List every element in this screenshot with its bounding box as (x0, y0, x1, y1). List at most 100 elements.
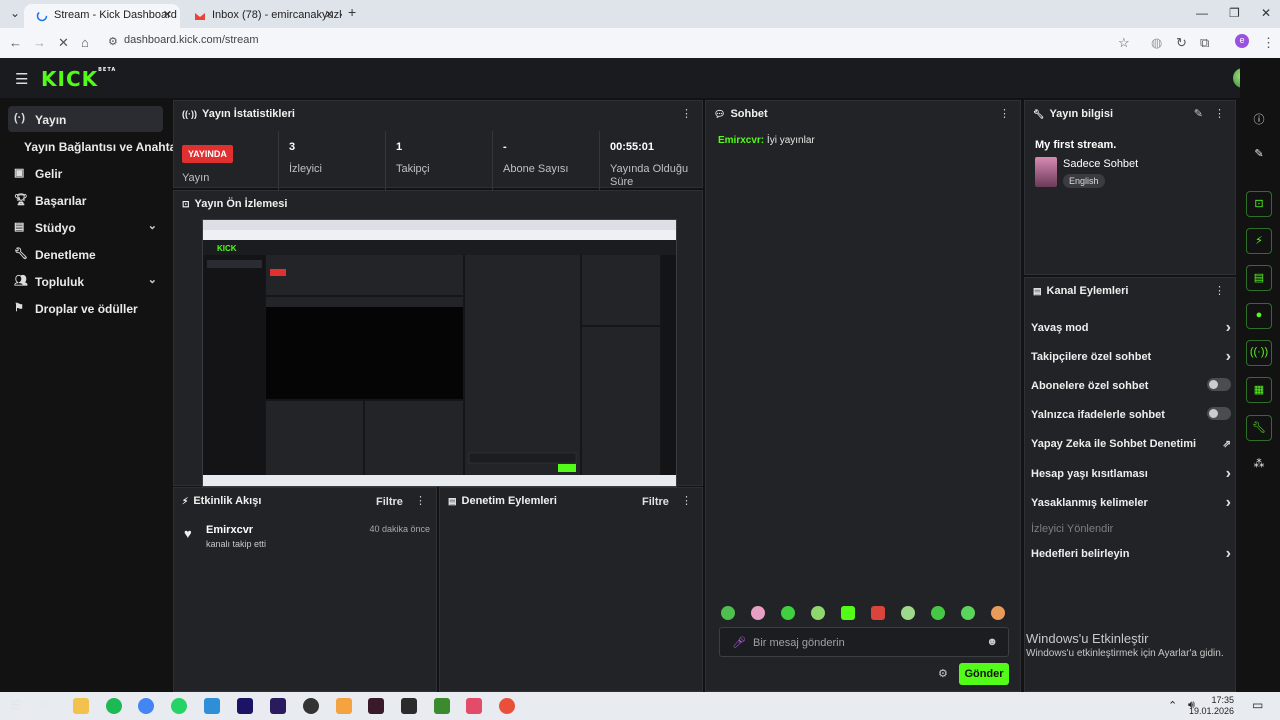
filter-button[interactable]: Filtre (642, 496, 669, 508)
emote-icon[interactable] (901, 606, 915, 620)
forward-icon[interactable]: → (33, 35, 46, 50)
site-settings-icon[interactable]: ⚙ (108, 35, 118, 48)
tab-inbox[interactable]: Inbox (78) - emircanakyuzkal0 ✕ (182, 4, 342, 28)
tab-kick-dashboard[interactable]: Stream - Kick Dashboard ✕ (24, 4, 180, 28)
focus-mode-icon[interactable]: ⊡ (1246, 191, 1272, 217)
emote-icon[interactable] (961, 606, 975, 620)
event-user[interactable]: Emirxcvr (206, 524, 253, 536)
sidebar-item-stream-key[interactable]: Yayın Bağlantısı ve Anahtarı (8, 133, 184, 159)
stop-loading-icon[interactable]: ✕ (58, 35, 69, 51)
sidebar-item-gelir[interactable]: ▣ Gelir (8, 160, 163, 186)
emote-icon[interactable] (931, 606, 945, 620)
filter-button[interactable]: Filtre (376, 496, 403, 508)
sidebar-item-basarilar[interactable]: 🏆︎ Başarılar (8, 187, 163, 213)
emote-icon[interactable] (751, 606, 765, 620)
send-button[interactable]: Gönder (959, 663, 1009, 685)
chat-input-placeholder: Bir mesaj gönderin (753, 637, 845, 649)
subscribers-only-toggle[interactable] (1207, 378, 1231, 391)
emote-icon[interactable] (721, 606, 735, 620)
notification-icon[interactable]: ▭ (1252, 698, 1263, 712)
game-app-icon[interactable] (401, 698, 417, 714)
search-icon[interactable]: ⌕ (40, 696, 56, 712)
premiere-icon[interactable] (270, 698, 286, 714)
bookmark-star-icon[interactable]: ☆ (1118, 35, 1130, 51)
add-widget-icon[interactable]: ⁂ (1246, 452, 1272, 478)
broadcast-icon[interactable]: ((·)) (1246, 340, 1272, 366)
hamburger-menu-icon[interactable]: ☰ (15, 70, 28, 88)
chevron-right-icon: › (1225, 545, 1231, 562)
info-icon[interactable]: ⓘ (1246, 106, 1272, 132)
sidebar-item-yayin[interactable]: (·) Yayın (8, 106, 163, 132)
tab-close-icon[interactable]: ✕ (325, 8, 334, 21)
new-tab-icon[interactable]: + (348, 4, 356, 20)
lightning-icon[interactable]: ⚡︎ (1246, 228, 1272, 254)
spotify-icon[interactable] (106, 698, 122, 714)
url-input[interactable]: dashboard.kick.com/stream (124, 34, 259, 46)
windows-start-icon[interactable]: ⊞ (10, 696, 26, 712)
emote-icon[interactable] (811, 606, 825, 620)
sidebar-item-droplar[interactable]: ⚑ Droplar ve ödüller (8, 295, 163, 321)
emote-icon[interactable] (781, 606, 795, 620)
chrome-profile-icon[interactable] (499, 698, 515, 714)
chat-input[interactable]: 🎤︎ Bir mesaj gönderin ☻ (719, 627, 1009, 657)
file-explorer-icon[interactable] (73, 698, 89, 714)
tab-close-icon[interactable]: ✕ (163, 8, 172, 21)
emoji-picker-icon[interactable]: ☻ (986, 636, 998, 648)
emote-icon[interactable] (991, 606, 1005, 620)
back-icon[interactable]: ← (9, 35, 22, 50)
notes-icon[interactable]: ▤ (1246, 265, 1272, 291)
sidebar-item-studyo[interactable]: ▤ Stüdyo ⌄ (8, 214, 163, 240)
home-icon[interactable]: ⌂ (81, 35, 89, 50)
minimize-icon[interactable]: — (1196, 6, 1208, 20)
window-close-icon[interactable]: ✕ (1261, 6, 1271, 20)
action-banned-words[interactable]: Yasaklanmış kelimeler › (1031, 494, 1231, 517)
more-options-icon[interactable]: ⋮ (415, 494, 426, 507)
action-followers-only[interactable]: Takipçilere özel sohbet › (1031, 348, 1231, 371)
extension-icon[interactable]: ◍ (1151, 35, 1162, 51)
action-set-goals[interactable]: Hedefleri belirleyin › (1031, 545, 1231, 568)
chrome-icon[interactable] (138, 698, 154, 714)
history-icon[interactable]: ↻ (1176, 35, 1187, 51)
action-slow-mode[interactable]: Yavaş mod › (1031, 319, 1231, 342)
kick-logo[interactable]: KICKBETA (41, 67, 116, 91)
media-encoder-icon[interactable] (237, 698, 253, 714)
microphone-icon[interactable]: 🎤︎ (732, 636, 746, 649)
sidebar-item-denetleme[interactable]: 🔧︎ Denetleme (8, 241, 163, 267)
edit-pencil-icon[interactable]: ✎ (1194, 107, 1203, 120)
menu-kebab-icon[interactable]: ⋮ (1262, 35, 1275, 51)
app-icon[interactable] (466, 698, 482, 714)
emote-icon[interactable] (841, 606, 855, 620)
emotes-only-toggle[interactable] (1207, 407, 1231, 420)
cloud-app-icon[interactable] (336, 698, 352, 714)
tab-list-chevron-icon[interactable]: ⌄ (10, 6, 20, 20)
system-tray-chevron-icon[interactable]: ⌃ (1168, 699, 1177, 712)
restore-icon[interactable]: ❐ (1229, 6, 1240, 20)
chat-username[interactable]: Emirxcvr: (718, 135, 764, 146)
stream-preview-video[interactable]: KICK (202, 219, 677, 487)
capcut-icon[interactable] (368, 698, 384, 714)
chat-settings-gear-icon[interactable]: ⚙ (938, 667, 948, 680)
chat-bubble-icon[interactable]: ● (1246, 303, 1272, 329)
top-navigation: ☰ KICKBETA (0, 58, 1280, 98)
more-options-icon[interactable]: ⋮ (1214, 107, 1225, 120)
sidebar-item-topluluk[interactable]: 👥︎ Topluluk ⌄ (8, 268, 163, 294)
profile-avatar[interactable]: e (1235, 34, 1249, 48)
more-options-icon[interactable]: ⋮ (999, 107, 1010, 120)
more-options-icon[interactable]: ⋮ (1214, 284, 1225, 297)
action-account-age[interactable]: Hesap yaşı kısıtlaması › (1031, 465, 1231, 488)
app-icon[interactable] (204, 698, 220, 714)
taskbar-clock[interactable]: 17:35 19.01.2026 (1189, 695, 1234, 717)
category-thumbnail[interactable] (1035, 157, 1057, 187)
minecraft-icon[interactable] (434, 698, 450, 714)
whatsapp-icon[interactable] (171, 698, 187, 714)
extensions-puzzle-icon[interactable]: ⧉ (1200, 35, 1209, 51)
wrench-icon[interactable]: 🔧︎ (1246, 415, 1272, 441)
obs-icon[interactable] (303, 698, 319, 714)
more-options-icon[interactable]: ⋮ (681, 107, 692, 120)
action-ai-moderation[interactable]: Yapay Zeka ile Sohbet Denetimi ⇗ (1031, 438, 1231, 458)
category-name[interactable]: Sadece Sohbet (1063, 158, 1138, 170)
edit-pencil-icon[interactable]: ✎ (1246, 142, 1272, 168)
emote-icon[interactable] (871, 606, 885, 620)
more-options-icon[interactable]: ⋮ (681, 494, 692, 507)
video-icon[interactable]: ▦ (1246, 377, 1272, 403)
